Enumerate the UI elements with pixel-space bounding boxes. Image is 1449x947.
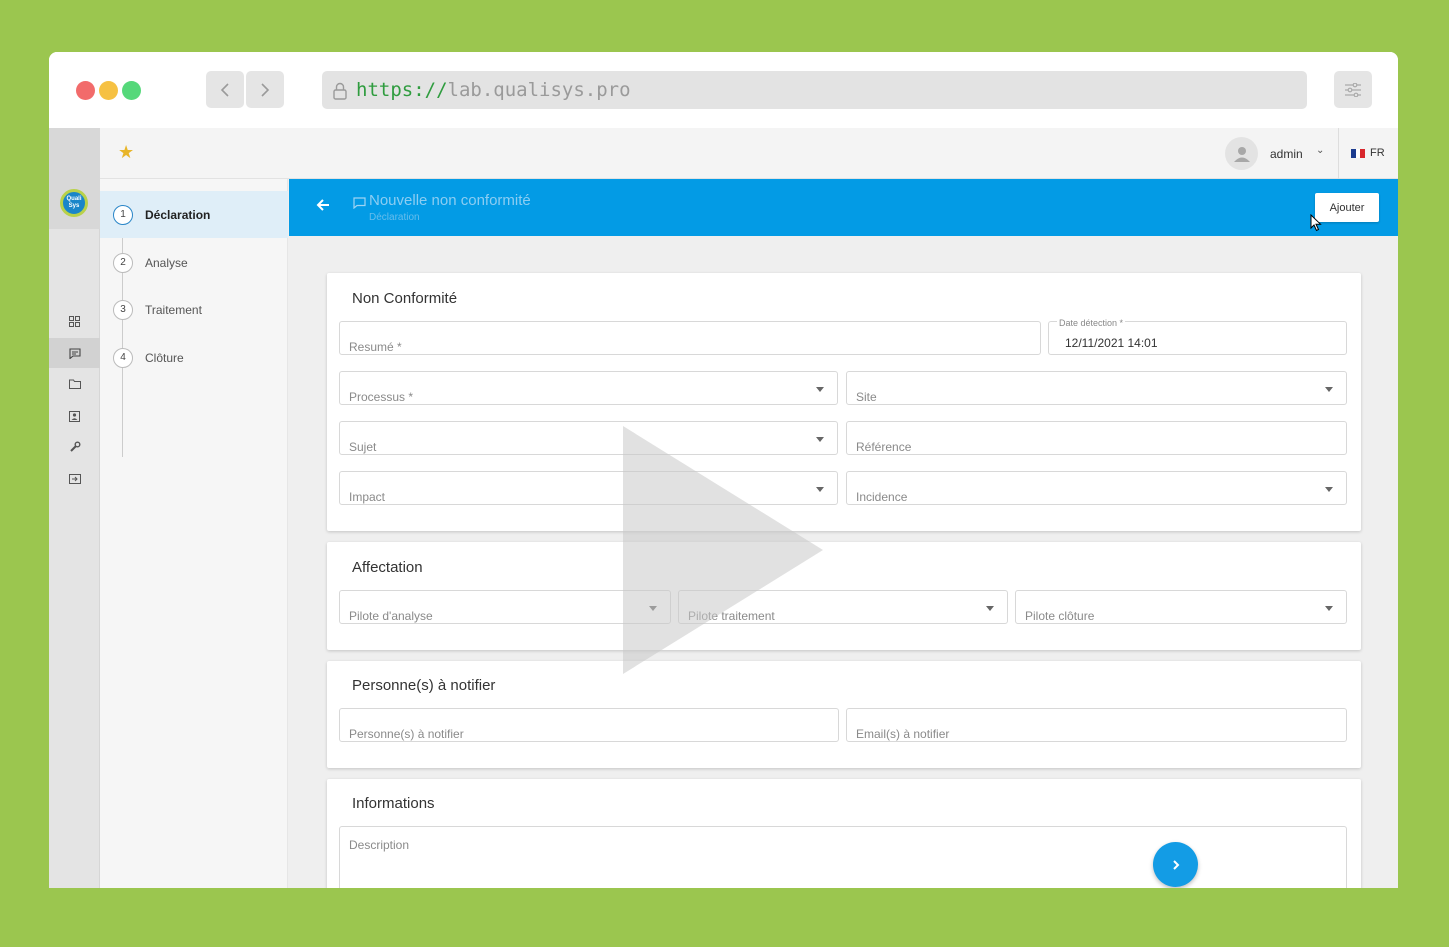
arrow-left-icon[interactable] [315, 197, 331, 217]
field-label: Date détection * [1057, 318, 1126, 328]
contact-card-icon[interactable] [49, 401, 100, 431]
rail-logo-area: Quali Sys [49, 128, 100, 229]
step-declaration[interactable]: 1 Déclaration [100, 191, 288, 238]
dropdown-arrow-icon [816, 387, 824, 392]
add-button[interactable]: Ajouter [1315, 193, 1379, 222]
minimize-window-dot[interactable] [99, 81, 118, 100]
emails-notifier-field[interactable]: Email(s) à notifier [846, 708, 1347, 742]
logout-icon[interactable] [49, 464, 100, 494]
flag-france-icon [1351, 148, 1366, 158]
site-select[interactable]: Site [846, 371, 1347, 405]
section-title: Informations [352, 795, 435, 812]
field-label: Pilote d'analyse [349, 609, 433, 623]
dropdown-arrow-icon [1325, 387, 1333, 392]
step-label: Déclaration [145, 207, 211, 222]
step-number: 1 [113, 204, 133, 225]
field-label: Description [349, 838, 410, 852]
field-label: Référence [856, 440, 912, 454]
browser-settings-button[interactable] [1334, 71, 1372, 108]
step-label: Traitement [145, 302, 202, 317]
step-label: Clôture [145, 350, 184, 365]
mouse-cursor-icon [1310, 213, 1322, 237]
field-label: Impact [349, 490, 386, 504]
comment-icon [353, 197, 366, 212]
field-label: Sujet [349, 440, 377, 454]
language-selector[interactable]: FR [1351, 147, 1385, 159]
sliders-icon [1345, 82, 1361, 97]
step-number: 4 [113, 347, 133, 368]
chevron-right-icon [1172, 859, 1179, 870]
pilote-cloture-select[interactable]: Pilote clôture [1015, 590, 1347, 624]
section-title: Non Conformité [352, 290, 458, 307]
step-number: 3 [113, 299, 133, 320]
wrench-icon[interactable] [49, 432, 100, 462]
divider [1338, 128, 1339, 179]
folder-icon[interactable] [49, 369, 100, 399]
page-subtitle: Déclaration [369, 212, 420, 223]
dropdown-arrow-icon [986, 606, 994, 611]
field-label: Site [856, 390, 877, 404]
app-area: Quali Sys ★ admin ⌄ FR 1 Déclaration 2 A… [49, 128, 1398, 888]
informations-card: Informations Description [327, 779, 1361, 888]
left-rail: Quali Sys [49, 128, 100, 888]
reference-field[interactable]: Référence [846, 421, 1347, 455]
field-label: Resumé * [349, 340, 402, 354]
user-icon [1233, 146, 1250, 162]
step-label: Analyse [145, 255, 188, 270]
field-label: Personne(s) à notifier [349, 727, 464, 741]
steps-panel: 1 Déclaration 2 Analyse 3 Traitement 4 C… [100, 179, 288, 888]
dropdown-arrow-icon [1325, 487, 1333, 492]
dashboard-icon[interactable] [49, 306, 100, 336]
address-bar[interactable]: https://lab.qualisys.pro [322, 71, 1307, 109]
incidence-select[interactable]: Incidence [846, 471, 1347, 505]
message-icon[interactable] [49, 338, 100, 368]
url-host: lab.qualisys.pro [447, 79, 631, 101]
next-button[interactable] [1153, 842, 1198, 887]
non-conformite-card: Non Conformité Resumé * Date détection *… [327, 273, 1361, 531]
section-title: Affectation [352, 559, 423, 576]
browser-forward-button[interactable] [246, 71, 284, 108]
date-detection-field[interactable]: Date détection * 12/11/2021 14:01 [1048, 318, 1347, 355]
field-label: Incidence [856, 490, 908, 504]
qualisys-logo[interactable]: Quali Sys [60, 189, 88, 217]
chevron-down-icon[interactable]: ⌄ [1316, 145, 1324, 156]
pilote-analyse-select[interactable]: Pilote d'analyse [339, 590, 671, 624]
step-cloture[interactable]: 4 Clôture [100, 334, 288, 381]
step-traitement[interactable]: 3 Traitement [100, 286, 288, 333]
field-label: Processus * [349, 390, 414, 404]
browser-window: https://lab.qualisys.pro Quali Sys ★ adm… [49, 52, 1398, 888]
dropdown-arrow-icon [1325, 606, 1333, 611]
field-label: Pilote clôture [1025, 609, 1095, 623]
maximize-window-dot[interactable] [122, 81, 141, 100]
star-icon[interactable]: ★ [118, 142, 134, 163]
field-value: 12/11/2021 14:01 [1065, 336, 1158, 350]
play-overlay-icon[interactable] [623, 426, 823, 674]
avatar[interactable] [1225, 137, 1258, 170]
browser-back-button[interactable] [206, 71, 244, 108]
chevron-right-icon [261, 82, 270, 97]
processus-select[interactable]: Processus * [339, 371, 838, 405]
personnes-notifier-field[interactable]: Personne(s) à notifier [339, 708, 839, 742]
page-header: Nouvelle non conformité Déclaration Ajou… [289, 179, 1398, 236]
url-protocol: https:// [356, 79, 448, 101]
close-window-dot[interactable] [76, 81, 95, 100]
resume-field[interactable]: Resumé * [339, 321, 1041, 355]
user-name[interactable]: admin [1270, 147, 1303, 161]
section-title: Personne(s) à notifier [352, 677, 496, 694]
top-bar: ★ admin ⌄ FR [100, 128, 1398, 179]
step-number: 2 [113, 252, 133, 273]
language-label: FR [1370, 147, 1385, 159]
step-analyse[interactable]: 2 Analyse [100, 239, 288, 286]
lock-icon [332, 82, 348, 100]
affectation-card: Affectation Pilote d'analyse Pilote trai… [327, 542, 1361, 650]
field-label: Email(s) à notifier [856, 727, 950, 741]
browser-chrome: https://lab.qualisys.pro [49, 52, 1398, 128]
notifier-card: Personne(s) à notifier Personne(s) à not… [327, 661, 1361, 768]
chevron-left-icon [220, 82, 229, 97]
page-title: Nouvelle non conformité [369, 192, 531, 209]
